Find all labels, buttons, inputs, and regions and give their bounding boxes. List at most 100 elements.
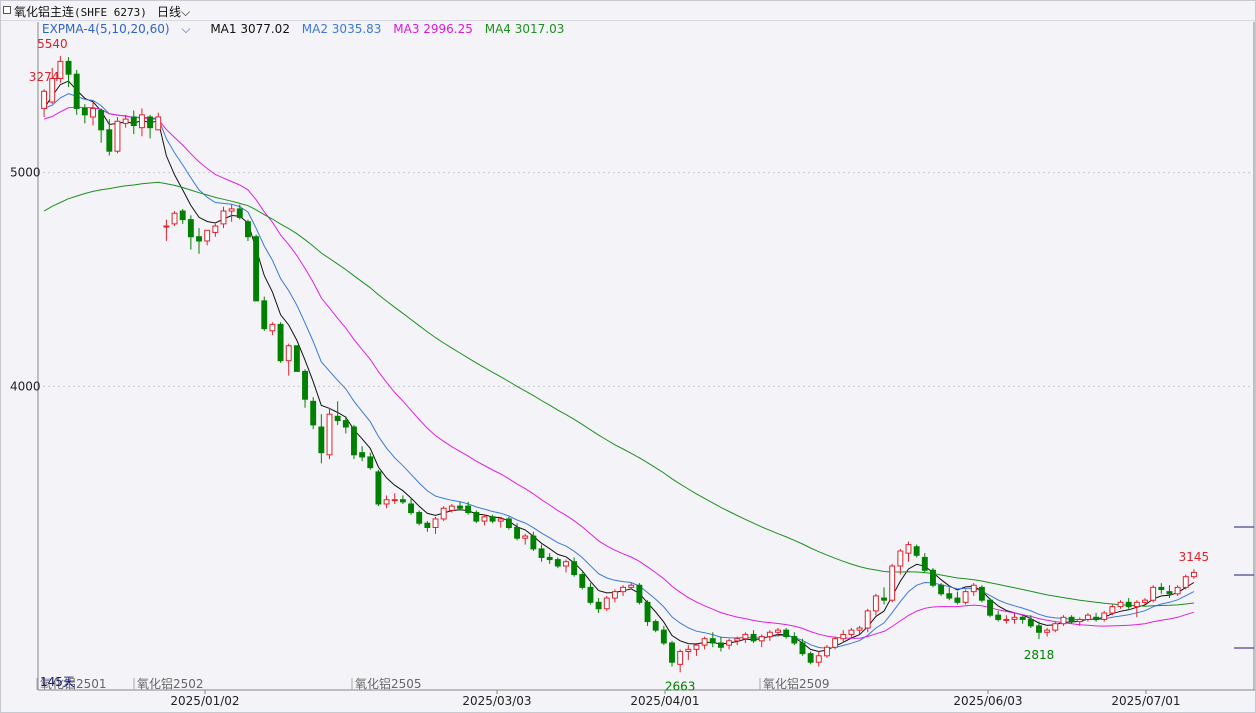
candle-body [856,627,863,631]
candle-body [734,638,741,642]
candle-body [1003,618,1010,621]
candle-body [693,644,700,650]
series-line-ma3 [43,106,1195,639]
candle-body [978,586,985,601]
candle-body [669,642,675,663]
candle-body [1125,601,1132,608]
contract-label: 氧化铝2502 [137,676,204,691]
high-annotation: 3274 [29,70,60,84]
candle-body [987,599,993,616]
candle-body [114,120,121,152]
candle-body [685,648,692,653]
candle-body [375,471,382,505]
low-annotation: 2663 [665,679,696,693]
x-tick-label: 2025/03/03 [462,694,531,708]
candle-body [595,601,602,610]
candle-body [603,597,610,610]
candle-body [481,516,488,522]
candle-body [196,236,202,242]
candle-body [269,323,276,332]
candle-body [1011,616,1018,620]
candle-body [505,518,512,529]
candle-body [302,370,308,400]
x-tick-label: 2025/01/02 [170,694,239,708]
candle-body [677,651,684,665]
candle-body [204,229,211,242]
candle-body [758,636,765,642]
candle-body [1060,616,1067,625]
candle-body [245,221,251,238]
candle-body [962,591,969,603]
candle-body [1117,601,1124,608]
candle-body [1019,616,1026,620]
candle-body [359,452,366,458]
candle-body [41,90,48,109]
candle-body [261,300,268,330]
candle-body [864,610,871,629]
candle-body [179,210,186,221]
candle-body [636,584,643,603]
y-tick-label: 4000 [10,379,41,393]
candle-body [318,426,325,454]
candle-body [571,561,578,576]
candle-body [701,638,708,646]
candle-body [1158,586,1165,591]
candle-body [187,219,194,238]
candle-body [742,633,749,640]
candle-body [220,210,227,225]
contract-label: 氧化铝2505 [355,676,422,691]
candle-body [848,629,855,635]
candle-body [563,561,569,567]
candle-body [277,323,284,362]
candle-body [1027,618,1034,627]
candle-body [921,556,928,571]
candle-body [1068,616,1075,623]
candle-body [473,512,480,522]
candle-body [881,597,887,601]
candle-body [383,499,390,505]
candle-body [1084,614,1091,620]
candle-body [824,646,830,657]
candle-body [775,629,781,633]
candle-body [783,629,790,638]
candle-body [432,518,439,529]
x-tick-label: 2025/06/03 [953,694,1022,708]
candle-body [897,550,904,567]
candle-body [171,212,178,225]
candle-body [73,73,80,109]
candle-body [709,638,716,644]
candle-body [1101,612,1108,620]
candle-body [310,400,317,426]
candle-body [253,236,260,302]
candle-body [1142,599,1148,603]
candle-body [946,593,953,599]
candle-body [1166,591,1173,595]
candle-body [138,114,145,129]
candle-body [342,420,349,428]
candle-body [905,544,912,554]
candle-body [587,586,594,603]
candle-body [1093,616,1100,620]
candle-body [995,614,1002,620]
candle-body [65,60,72,75]
candle-body [807,653,814,663]
candle-body [440,507,447,520]
candle-body [913,546,920,556]
candle-body [155,116,162,131]
candle-body [106,129,113,152]
candle-body [799,642,806,655]
candle-body [611,591,618,599]
candle-body [489,516,496,522]
candle-body [1076,618,1083,623]
high-annotation: 3145 [1179,550,1210,564]
candle-body [293,345,300,372]
candle-body [367,456,374,469]
candlestick-chart[interactable]: 4000 5000 2025/01/02 2025/03/03 2025/04/01 20… [0,0,1256,713]
candle-body [163,225,170,228]
candle-body [408,503,414,514]
candle-body [832,638,839,648]
candle-body [644,601,651,623]
candle-body [285,345,292,362]
candle-body [522,535,529,539]
candle-body [889,565,896,601]
